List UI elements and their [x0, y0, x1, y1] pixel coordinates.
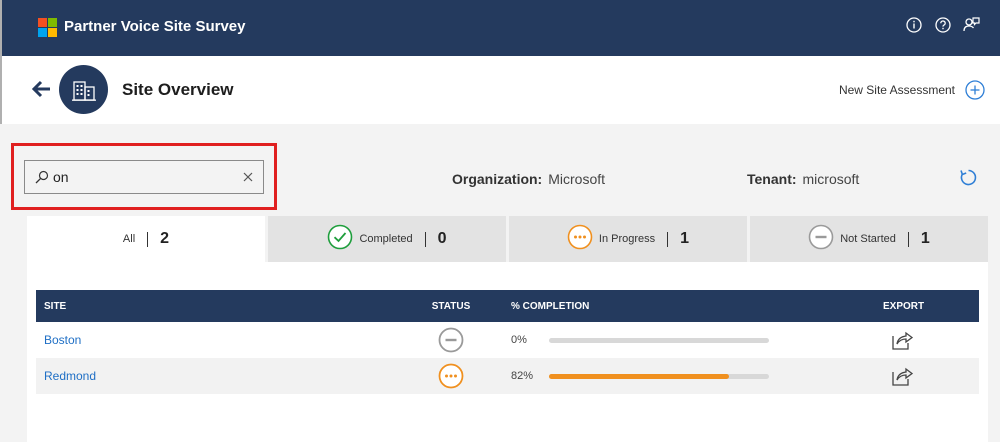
ellipsis-circle-icon [567, 224, 593, 255]
export-icon[interactable] [891, 329, 914, 351]
back-arrow-icon[interactable] [31, 80, 52, 98]
help-icon[interactable] [934, 16, 951, 33]
header-export: EXPORT [883, 300, 925, 312]
tab-not-started[interactable]: Not Started 1 [750, 216, 988, 262]
completion-percent: 0% [511, 334, 527, 346]
tab-in-progress-label: In Progress [598, 233, 656, 245]
table-row: Boston 0% [36, 322, 979, 358]
organization-info: Organization: Microsoft [452, 171, 605, 187]
microsoft-logo-icon [38, 18, 57, 37]
new-site-assessment-button[interactable]: New Site Assessment [839, 80, 985, 100]
check-circle-icon [327, 224, 353, 255]
tab-not-started-label: Not Started [840, 233, 896, 245]
tab-in-progress-count: 1 [680, 230, 690, 247]
page-header: Site Overview New Site Assessment [0, 56, 1000, 124]
in-progress-status-icon [438, 363, 464, 389]
app-title: Partner Voice Site Survey [64, 18, 246, 35]
table-header-row: SITE STATUS % COMPLETION EXPORT [36, 290, 979, 322]
completion-bar-fill [549, 373, 730, 379]
site-link-boston[interactable]: Boston [44, 333, 81, 347]
sites-table: SITE STATUS % COMPLETION EXPORT Boston 0… [36, 290, 979, 394]
info-icon[interactable] [905, 16, 922, 33]
header-site[interactable]: SITE [36, 290, 396, 322]
site-link-redmond[interactable]: Redmond [44, 369, 96, 383]
tab-all-label: All [122, 233, 136, 245]
tab-all[interactable]: All 2 [27, 216, 265, 262]
tab-completed-count: 0 [437, 230, 447, 247]
sites-panel: SITE STATUS % COMPLETION EXPORT Boston 0… [27, 262, 988, 442]
tab-not-started-count: 1 [920, 230, 930, 247]
new-site-assessment-label: New Site Assessment [838, 83, 955, 97]
organization-label: Organization: [452, 171, 543, 187]
search-input[interactable] [53, 169, 233, 185]
tenant-label: Tenant: [747, 171, 797, 187]
completion-bar [549, 373, 769, 379]
feedback-icon[interactable] [963, 16, 980, 33]
plus-circle-icon [965, 80, 985, 100]
building-avatar-icon [59, 65, 108, 114]
export-icon[interactable] [891, 365, 914, 387]
header-completion[interactable]: % COMPLETION [506, 290, 861, 322]
tenant-info: Tenant: microsoft [747, 171, 859, 187]
clear-search-icon[interactable] [241, 170, 255, 184]
tab-all-count: 2 [160, 230, 170, 247]
page-title: Site Overview [122, 80, 234, 99]
tab-in-progress[interactable]: In Progress 1 [509, 216, 747, 262]
table-row: Redmond 82% [36, 358, 979, 394]
tenant-value: microsoft [802, 171, 860, 187]
organization-value: Microsoft [548, 171, 606, 187]
top-app-bar: Partner Voice Site Survey [0, 0, 1000, 56]
header-status[interactable]: STATUS [396, 290, 506, 322]
minus-circle-icon [808, 224, 834, 255]
search-icon [35, 170, 49, 184]
completion-percent: 82% [511, 370, 534, 382]
completion-bar [549, 337, 769, 343]
search-box[interactable] [24, 160, 264, 194]
tab-completed-label: Completed [359, 233, 413, 245]
status-filter-tabs: All 2 Completed 0 In Progress 1 Not Star… [27, 216, 988, 262]
not-started-status-icon [438, 327, 464, 353]
tab-completed[interactable]: Completed 0 [268, 216, 506, 262]
refresh-icon[interactable] [959, 168, 978, 187]
